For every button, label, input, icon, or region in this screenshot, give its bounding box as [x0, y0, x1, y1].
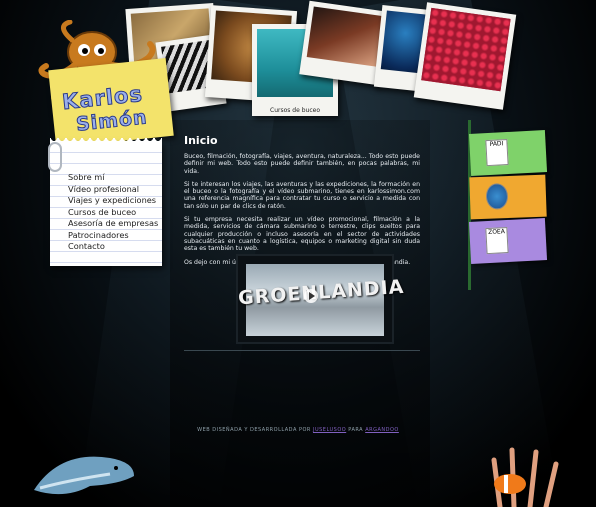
main-nav: Sobre mí Vídeo profesional Viajes y expe…	[68, 172, 158, 253]
shark-icon	[34, 456, 134, 495]
nav-item-patrocinadores[interactable]: Patrocinadores	[68, 230, 158, 242]
zoea-logo-icon: ZOEA	[485, 227, 509, 255]
footer-link-client[interactable]: ARGANDOO	[365, 427, 399, 433]
nav-item-asesoria[interactable]: Asesoría de empresas	[68, 218, 158, 230]
sponsor-flag-globe[interactable]	[469, 174, 547, 220]
footer: WEB DISEÑADA Y DESARROLLADA POR JUSELUSO…	[0, 427, 596, 433]
footer-mid: PARA	[348, 427, 364, 433]
paperclip-icon	[48, 142, 62, 172]
clownfish-anemone-icon	[491, 447, 559, 507]
polaroid-caption: Cursos de buceo	[270, 107, 320, 114]
nav-item-contacto[interactable]: Contacto	[68, 241, 158, 253]
nav-notepad: Sobre mí Vídeo profesional Viajes y expe…	[50, 138, 162, 266]
main-content: Inicio Buceo, filmación, fotografía, via…	[184, 134, 420, 272]
sponsor-flag-zoea[interactable]: ZOEA	[468, 218, 548, 264]
footer-link-designer[interactable]: JUSELUSOO	[313, 427, 346, 433]
nav-item-viajes[interactable]: Viajes y expediciones	[68, 195, 158, 207]
travel-paragraph: Si te interesan los viajes, las aventura…	[184, 180, 420, 210]
play-icon[interactable]	[304, 289, 318, 303]
nav-item-cursos-buceo[interactable]: Cursos de buceo	[68, 207, 158, 219]
globe-logo-icon	[485, 183, 509, 210]
lionfish-photo	[306, 6, 384, 67]
intro-paragraph: Buceo, filmación, fotografía, viajes, av…	[184, 153, 420, 175]
coral-photo	[421, 7, 511, 92]
business-paragraph: Si tu empresa necesita realizar un vídeo…	[184, 216, 420, 253]
sponsor-flag-padi[interactable]: PADI	[468, 130, 548, 176]
notepad-tear-edge	[50, 138, 162, 146]
nav-item-sobre-mi[interactable]: Sobre mí	[68, 172, 158, 184]
polaroid-coral[interactable]	[413, 2, 517, 110]
padi-logo-icon: PADI	[485, 139, 509, 167]
page-title: Inicio	[184, 134, 218, 147]
content-divider	[184, 350, 420, 351]
footer-text: WEB DISEÑADA Y DESARROLLADA POR	[197, 427, 311, 433]
nav-item-video-profesional[interactable]: Vídeo profesional	[68, 184, 158, 196]
